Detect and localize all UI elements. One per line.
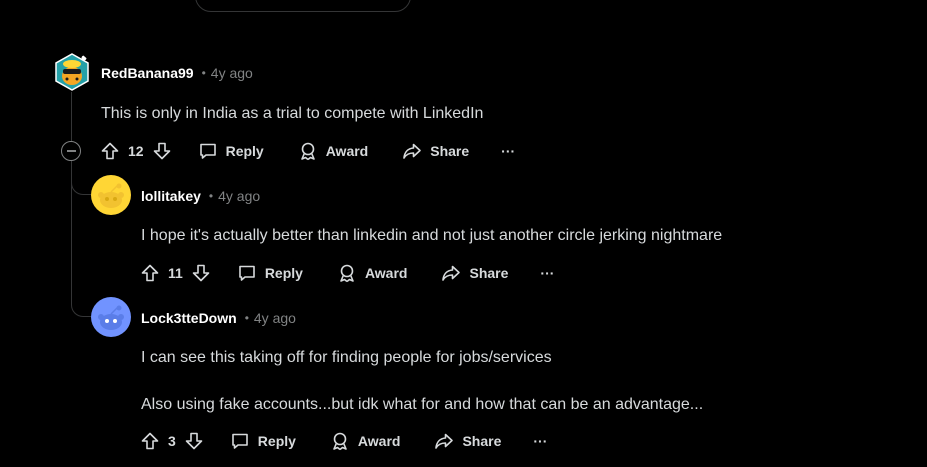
arrow-up-outline-icon <box>101 142 119 160</box>
timestamp[interactable]: 4y ago <box>218 188 260 204</box>
thread-elbow-lollitakey <box>71 171 91 195</box>
collapse-icon[interactable] <box>61 141 81 161</box>
comment-body: This is only in India as a trial to comp… <box>101 105 484 122</box>
share-arrow-icon <box>403 143 422 159</box>
arrow-up-outline-icon <box>141 264 159 282</box>
arrow-down-outline-icon <box>185 432 203 450</box>
separator-dot: • <box>244 311 249 325</box>
share-label: Share <box>462 433 502 449</box>
share-button[interactable]: Share <box>441 263 508 283</box>
upvote-button[interactable] <box>100 141 120 161</box>
share-button[interactable]: Share <box>434 431 501 451</box>
more-options-button[interactable]: ··· <box>533 433 547 449</box>
timestamp[interactable]: 4y ago <box>211 65 253 81</box>
ellipsis-icon: ··· <box>501 143 516 159</box>
share-arrow-icon <box>435 433 454 449</box>
comment-meta: Lock3tteDown • 4y ago <box>141 308 296 328</box>
more-options-button[interactable]: ··· <box>540 265 554 281</box>
award-label: Award <box>357 433 401 449</box>
arrow-up-outline-icon <box>141 432 159 450</box>
reply-label: Reply <box>257 433 296 449</box>
reply-button[interactable]: Reply <box>198 141 264 161</box>
upvote-button[interactable] <box>140 263 160 283</box>
reply-label: Reply <box>225 143 264 159</box>
award-label: Award <box>325 143 369 159</box>
avatar[interactable] <box>91 175 131 215</box>
reply-button[interactable]: Reply <box>237 263 303 283</box>
separator-dot: • <box>208 189 214 203</box>
arrow-down-outline-icon <box>192 264 210 282</box>
speech-bubble-icon <box>231 433 248 449</box>
award-ribbon-icon <box>333 432 347 451</box>
snoo-avatar-icon <box>55 53 89 91</box>
comment-actions: 12 Reply Award Share ··· <box>100 139 515 163</box>
speech-bubble-icon <box>199 143 216 159</box>
reply-button[interactable]: Reply <box>230 431 296 451</box>
timestamp[interactable]: 4y ago <box>254 310 296 326</box>
award-button[interactable]: Award <box>330 431 401 451</box>
ellipsis-icon: ··· <box>533 433 548 449</box>
comment-body-paragraph: Also using fake accounts...but idk what … <box>141 396 704 413</box>
downvote-button[interactable] <box>191 263 211 283</box>
share-label: Share <box>430 143 470 159</box>
username[interactable]: Lock3tteDown <box>141 310 237 326</box>
previous-element-fragment <box>195 0 411 12</box>
vote-count: 3 <box>168 433 176 449</box>
award-label: Award <box>364 265 408 281</box>
speech-bubble-icon <box>239 265 255 281</box>
snoo-avatar-icon <box>98 305 124 330</box>
award-ribbon-icon <box>300 142 315 161</box>
award-button[interactable]: Award <box>337 263 408 283</box>
share-label: Share <box>469 265 509 281</box>
share-button[interactable]: Share <box>402 141 469 161</box>
comment-body: I hope it's actually better than linkedi… <box>141 227 723 244</box>
upvote-button[interactable] <box>140 431 160 451</box>
downvote-button[interactable] <box>152 141 172 161</box>
comment-actions: 3 Reply Award Share ··· <box>140 429 547 453</box>
comment-actions: 11 Reply Award Share ··· <box>140 261 554 285</box>
thread-elbow-lock3ttedown <box>71 293 91 317</box>
comment-meta: RedBanana99 • 4y ago <box>101 63 253 83</box>
share-arrow-icon <box>442 265 461 281</box>
more-options-button[interactable]: ··· <box>501 143 515 159</box>
username[interactable]: lollitakey <box>141 188 201 204</box>
award-button[interactable]: Award <box>298 141 369 161</box>
snoo-avatar-icon <box>98 183 124 208</box>
downvote-button[interactable] <box>184 431 204 451</box>
reply-label: Reply <box>264 265 303 281</box>
avatar[interactable] <box>91 297 131 337</box>
vote-count: 11 <box>168 265 183 281</box>
comment-meta: lollitakey • 4y ago <box>141 186 260 206</box>
username[interactable]: RedBanana99 <box>101 65 194 81</box>
vote-count: 12 <box>128 143 144 159</box>
ellipsis-icon: ··· <box>540 265 555 281</box>
comment-body-paragraph: I can see this taking off for finding pe… <box>141 349 552 366</box>
separator-dot: • <box>201 66 206 80</box>
arrow-down-outline-icon <box>153 142 170 160</box>
thread-line-top <box>71 92 72 141</box>
avatar[interactable] <box>52 52 92 92</box>
comment-thread: RedBanana99 • 4y ago This is only in Ind… <box>0 0 927 467</box>
award-ribbon-icon <box>340 264 354 283</box>
